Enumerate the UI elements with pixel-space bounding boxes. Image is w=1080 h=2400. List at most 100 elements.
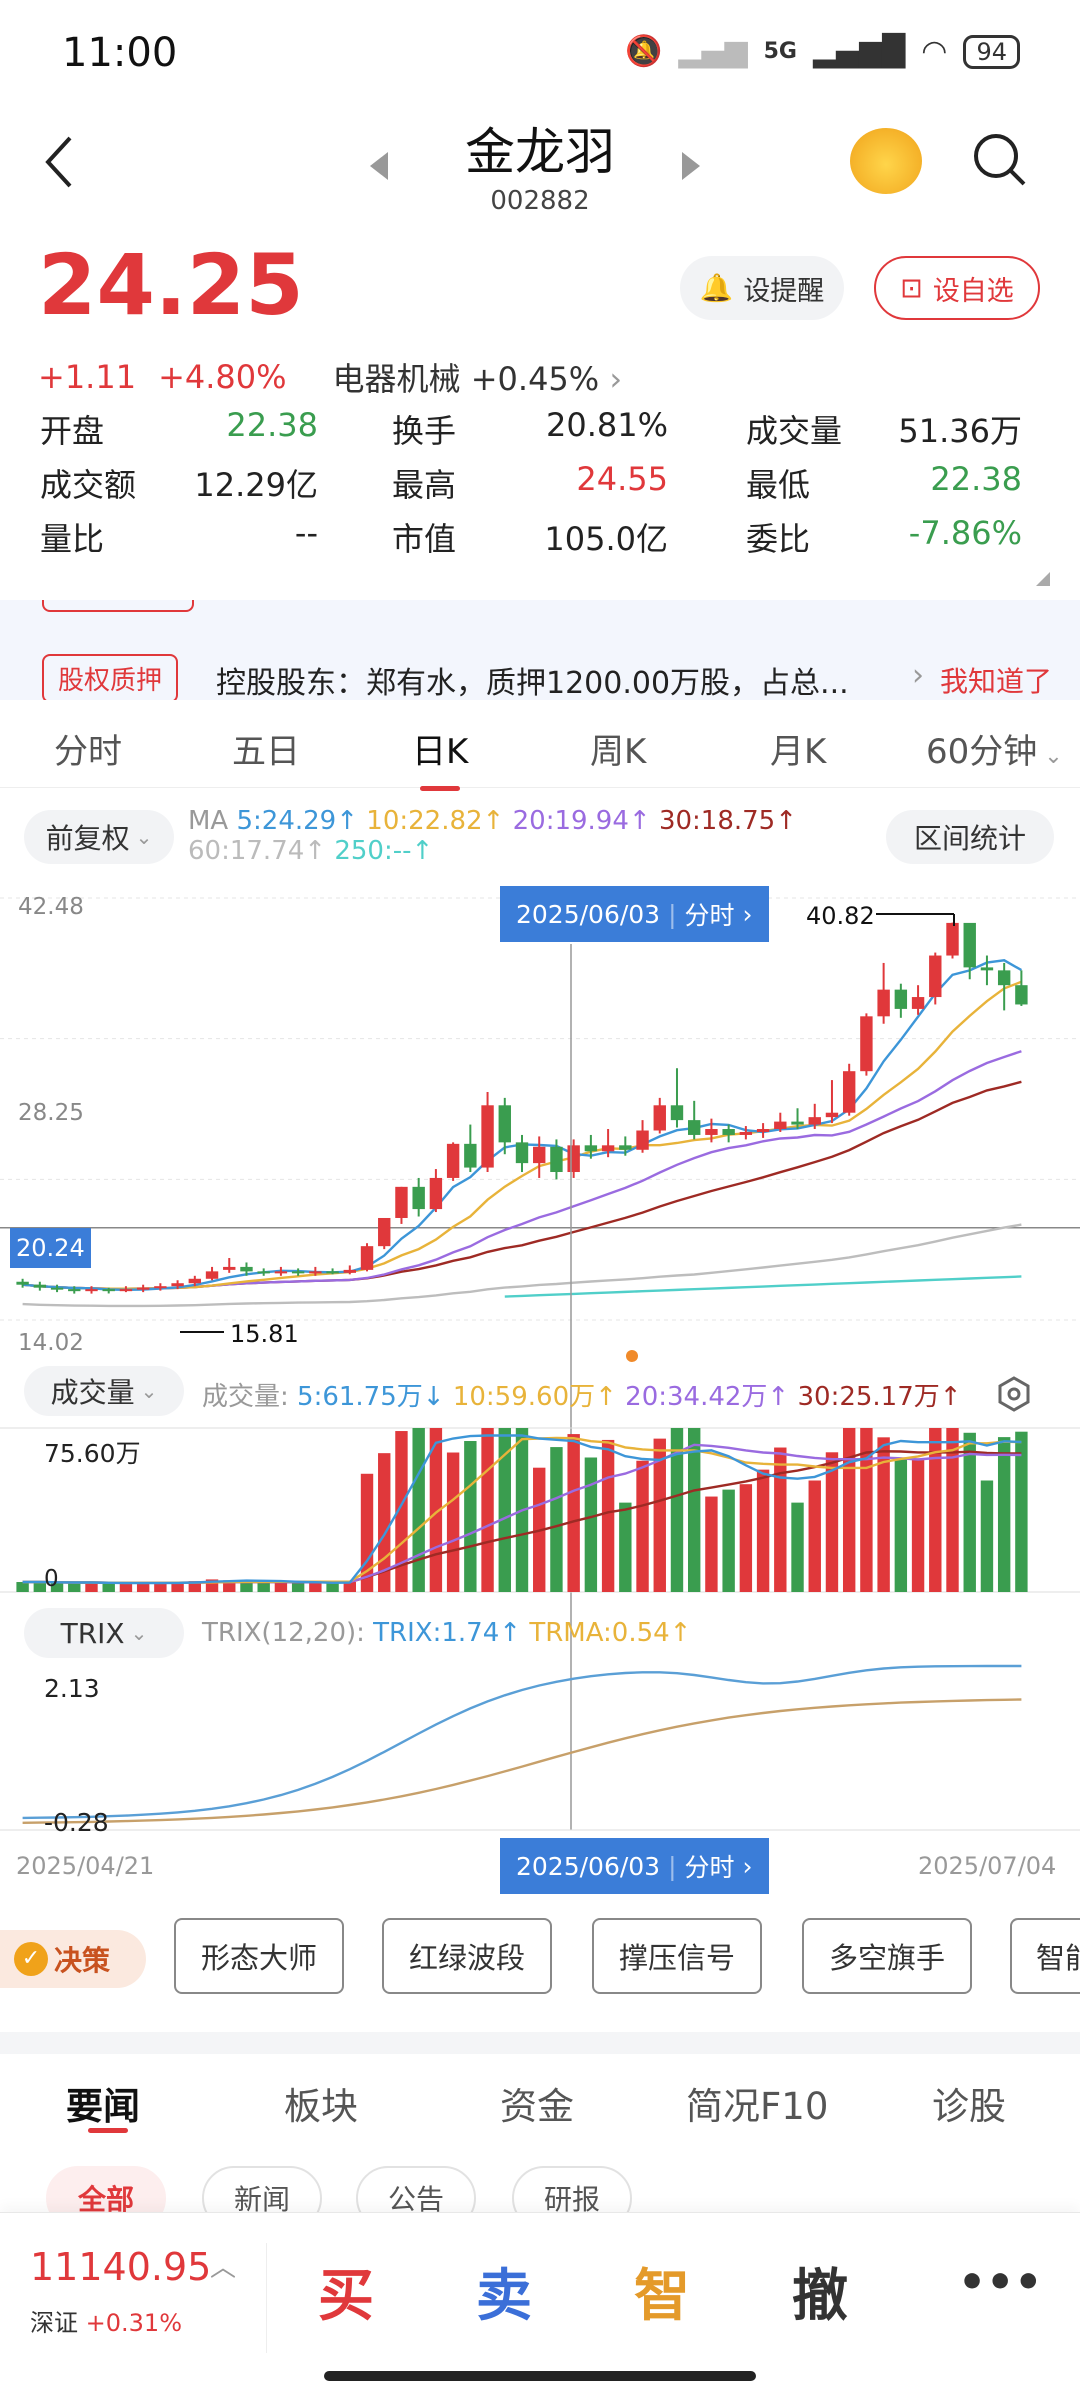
- cursor-date-top[interactable]: 2025/06/03 | 分时 ›: [500, 886, 769, 942]
- sell-button[interactable]: 卖: [476, 2251, 532, 2332]
- ma250-line: [504, 1275, 1022, 1298]
- candle-body: [498, 1105, 511, 1143]
- bottom-divider: [266, 2243, 267, 2353]
- candle-body: [102, 1289, 115, 1292]
- candle-body: [860, 1016, 873, 1072]
- set-alert-button[interactable]: 🔔 设提醒: [680, 256, 844, 320]
- volume-bar: [550, 1447, 563, 1592]
- candle-body: [636, 1130, 649, 1150]
- stat-value: --: [294, 514, 318, 552]
- change-row: +1.11 +4.80% 电器机械 +0.45% ›: [38, 354, 622, 400]
- volume-bar: [963, 1432, 976, 1592]
- candle-body: [343, 1269, 356, 1273]
- tab-five-day[interactable]: 五日: [232, 724, 300, 773]
- period-tabs: 分时 五日 日K 周K 月K 60分钟 ⌄: [0, 700, 1080, 791]
- stat-value: 22.38: [226, 406, 318, 444]
- candle-body: [85, 1289, 98, 1292]
- volume-axis-zero: 0: [44, 1566, 59, 1592]
- stat-label: 市值: [392, 520, 457, 558]
- mascot-icon[interactable]: [850, 128, 922, 194]
- tab-60min[interactable]: 60分钟 ⌄: [926, 724, 1063, 773]
- more-icon[interactable]: •••: [958, 2257, 1042, 2308]
- index-value[interactable]: 11140.95: [30, 2245, 211, 2289]
- news-tab-sector[interactable]: 板块: [284, 2076, 358, 2130]
- tab-minute[interactable]: 分时: [54, 724, 122, 773]
- dismiss-notice-button[interactable]: 我知道了: [940, 660, 1052, 700]
- date-end-label: 2025/07/04: [918, 1852, 1057, 1880]
- tool-smart[interactable]: 智能: [1010, 1918, 1080, 1994]
- stat-label: 换手: [392, 412, 457, 450]
- ma5-line: [22, 959, 1022, 1292]
- adjust-select[interactable]: 前复权 ⌄: [24, 810, 174, 864]
- candle-body: [274, 1271, 288, 1274]
- settings-icon[interactable]: [996, 1376, 1032, 1412]
- volume-bar: [911, 1458, 925, 1592]
- notice-text[interactable]: 控股股东：郑有水，质押1200.00万股，占总...: [216, 658, 849, 702]
- stat-value: 12.29亿: [194, 466, 318, 504]
- ma60-line: [22, 1223, 1022, 1308]
- price-axis-top: 42.48: [18, 894, 84, 920]
- stat-label: 委比: [746, 520, 811, 558]
- tab-monthly-k[interactable]: 月K: [770, 724, 826, 773]
- watchlist-icon: ⊡: [900, 272, 923, 304]
- stock-code: 002882: [490, 186, 590, 216]
- candle-body: [395, 1186, 408, 1218]
- volume-axis-top: 75.60万: [44, 1439, 141, 1468]
- search-icon[interactable]: [970, 130, 1030, 190]
- cursor-date-bottom[interactable]: 2025/06/03 | 分时 ›: [500, 1838, 769, 1894]
- next-stock-icon[interactable]: [682, 152, 700, 180]
- tab-weekly-k[interactable]: 周K: [590, 724, 646, 773]
- volume-bar: [739, 1484, 753, 1592]
- candle-body: [360, 1246, 374, 1270]
- volume-bar: [894, 1459, 908, 1592]
- event-dot: [626, 1350, 638, 1362]
- news-tab-diagnosis[interactable]: 诊股: [932, 2076, 1006, 2130]
- tool-red-green-wave[interactable]: 红绿波段: [382, 1918, 552, 1994]
- news-tab-headlines[interactable]: 要闻: [66, 2076, 140, 2130]
- stat-value: 22.38: [930, 460, 1022, 498]
- news-tab-f10[interactable]: 简况F10: [686, 2076, 828, 2130]
- volume-select[interactable]: 成交量 ⌄: [24, 1366, 184, 1416]
- stat-label: 量比: [40, 520, 105, 558]
- signal-icon: ▂▄▆█: [812, 34, 906, 69]
- min-price-label: 15.81: [230, 1320, 299, 1348]
- volume-bar: [722, 1489, 735, 1592]
- news-tab-funds[interactable]: 资金: [500, 2076, 574, 2130]
- tab-daily-k[interactable]: 日K: [412, 724, 468, 791]
- candle-body: [378, 1217, 391, 1247]
- tool-pattern-master[interactable]: 形态大师: [174, 1918, 344, 1994]
- volume-bar: [705, 1496, 718, 1592]
- section-divider: [0, 2032, 1080, 2054]
- candle-body: [756, 1129, 770, 1132]
- decision-badge[interactable]: ✓ 决策: [0, 1930, 146, 1988]
- kline-chart[interactable]: [0, 880, 1080, 1840]
- cancel-order-button[interactable]: 撤: [792, 2251, 848, 2332]
- tool-bull-bear-flag[interactable]: 多空旗手: [802, 1918, 972, 1994]
- trix-axis-top: 2.13: [44, 1674, 100, 1703]
- candle-body: [16, 1281, 29, 1285]
- candle-body: [68, 1289, 81, 1292]
- candle-body: [653, 1105, 666, 1131]
- candle-body: [842, 1071, 856, 1113]
- volume-bar: [274, 1582, 288, 1592]
- add-watchlist-button[interactable]: ⊡ 设自选: [874, 256, 1040, 320]
- volume-bar: [326, 1583, 339, 1592]
- status-bar: 11:00 🔕 ▂▄▆ 5G ▂▄▆█ ◠ 94: [0, 0, 1080, 110]
- smart-button[interactable]: 智: [634, 2251, 690, 2332]
- mute-icon: 🔕: [625, 34, 663, 69]
- volume-bar: [567, 1434, 580, 1592]
- candle-body: [825, 1112, 839, 1118]
- sector-link[interactable]: 电器机械 +0.45% ›: [333, 354, 623, 400]
- candle-body: [584, 1145, 598, 1152]
- candle-body: [119, 1289, 133, 1292]
- volume-bar: [464, 1441, 477, 1592]
- volume-bar: [980, 1480, 994, 1592]
- ma-legend-row1: MA 5:24.29↑ 10:22.82↑ 20:19.94↑ 30:18.75…: [188, 806, 797, 836]
- range-stats-button[interactable]: 区间统计: [886, 810, 1054, 864]
- candle-body: [326, 1271, 339, 1274]
- trix-legend: TRIX(12,20): TRIX:1.74↑ TRMA:0.54↑: [202, 1618, 692, 1648]
- expand-corner-icon[interactable]: [1036, 572, 1050, 586]
- indicator-select[interactable]: TRIX ⌄: [24, 1608, 184, 1658]
- tool-support-resistance[interactable]: 撑压信号: [592, 1918, 762, 1994]
- buy-button[interactable]: 买: [318, 2251, 374, 2332]
